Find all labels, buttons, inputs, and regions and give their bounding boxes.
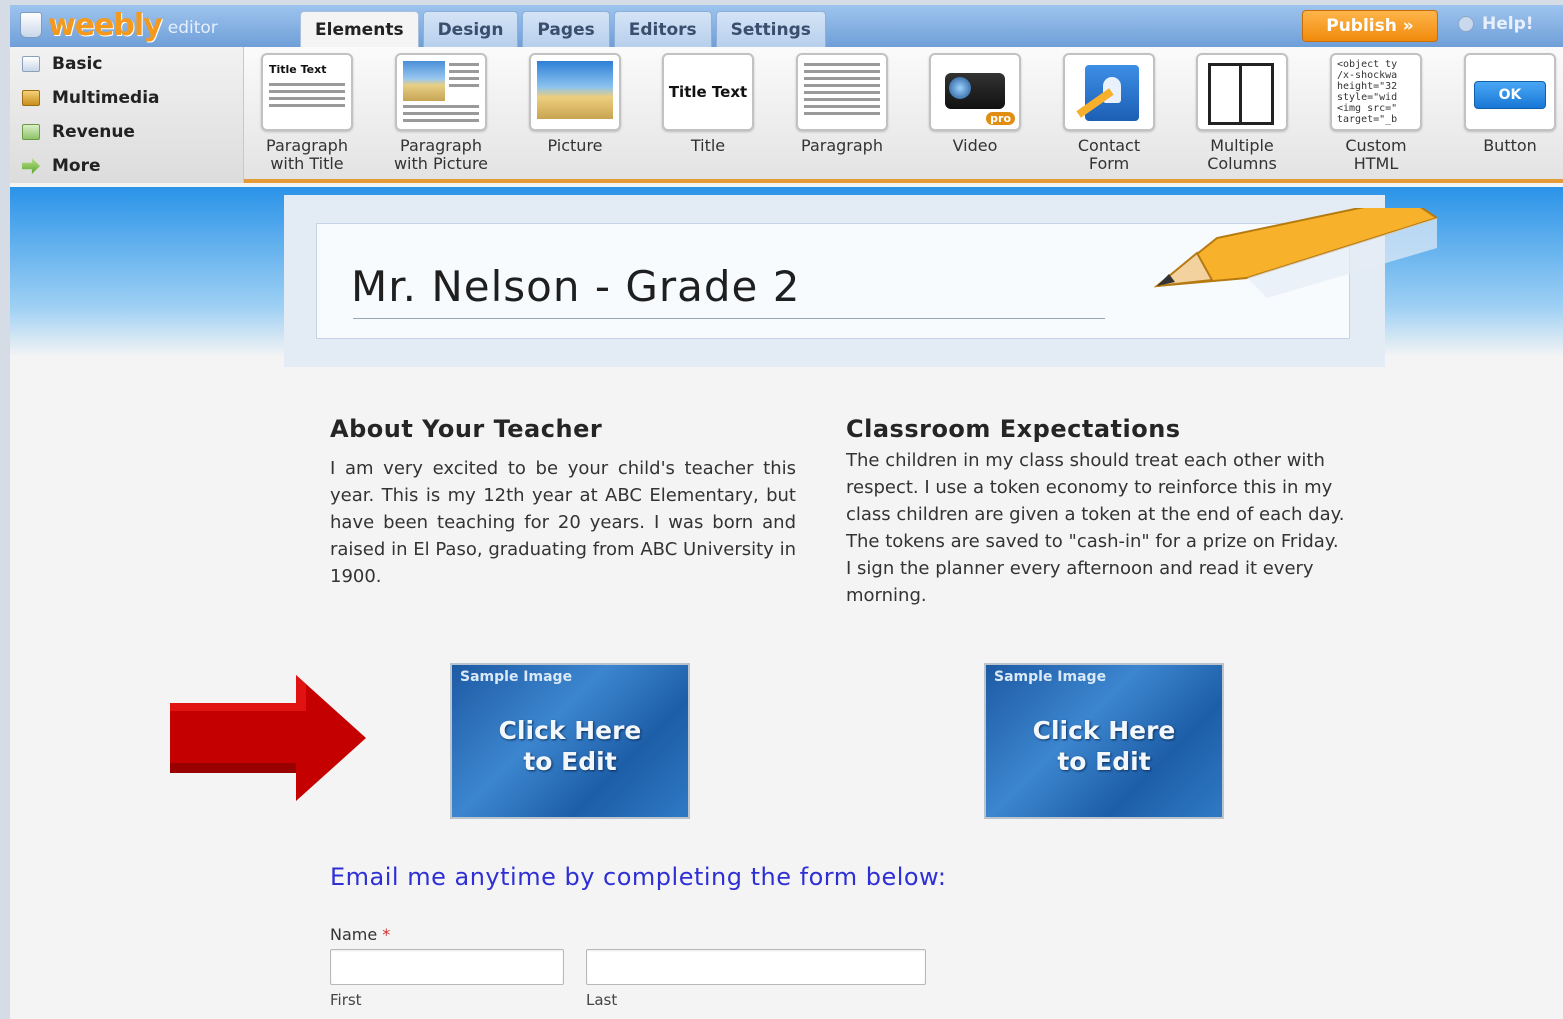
- category-label: Revenue: [52, 122, 135, 142]
- sample-image-tag: Sample Image: [994, 669, 1107, 685]
- text-lines-icon: [804, 63, 880, 119]
- paragraph-with-title-thumbnail: Title Text: [261, 53, 353, 131]
- required-marker: *: [382, 925, 391, 944]
- category-label: Basic: [52, 54, 103, 74]
- publish-button[interactable]: Publish »: [1302, 10, 1438, 42]
- element-picture[interactable]: Picture: [515, 53, 635, 155]
- money-icon: [22, 124, 40, 140]
- element-paragraph-with-title[interactable]: Title Text Paragraph with Title: [247, 53, 367, 173]
- element-label: Contact Form: [1077, 136, 1141, 173]
- element-label: Video: [952, 136, 998, 155]
- document-icon: [22, 56, 40, 72]
- element-video[interactable]: pro Video: [915, 53, 1035, 155]
- tab-editors[interactable]: Editors: [613, 11, 712, 47]
- element-contact-form[interactable]: Contact Form: [1049, 53, 1169, 173]
- code-snippet: <object ty /x-shockwa height="32 style="…: [1337, 59, 1398, 125]
- multiple-columns-thumbnail: [1196, 53, 1288, 131]
- element-label: Button: [1483, 136, 1537, 155]
- paragraph-thumbnail: [796, 53, 888, 131]
- main-tabs: Elements Design Pages Editors Settings: [300, 11, 830, 48]
- cup-icon: [20, 12, 42, 38]
- expectations-text[interactable]: The children in my class should treat ea…: [846, 447, 1346, 609]
- last-label: Last: [586, 991, 618, 1009]
- category-label: More: [52, 156, 101, 176]
- name-label: Name *: [330, 925, 391, 944]
- top-bar: weebly editor Elements Design Pages Edit…: [10, 5, 1563, 48]
- element-label: Paragraph with Picture: [393, 136, 489, 173]
- help-link[interactable]: Help!: [1458, 14, 1534, 34]
- pro-badge: pro: [986, 112, 1015, 125]
- category-multimedia[interactable]: Multimedia: [10, 81, 243, 115]
- category-label: Multimedia: [52, 88, 160, 108]
- thumb-title-text: Title Text: [269, 63, 327, 76]
- element-multiple-columns[interactable]: Multiple Columns: [1182, 53, 1302, 173]
- weebly-editor-window: weebly editor Elements Design Pages Edit…: [10, 5, 1563, 1019]
- weebly-logo: weebly editor: [20, 7, 218, 43]
- tab-settings[interactable]: Settings: [715, 11, 826, 47]
- element-label: Paragraph with Title: [266, 136, 348, 173]
- last-name-input[interactable]: [586, 949, 926, 985]
- element-paragraph[interactable]: Paragraph: [782, 53, 902, 155]
- about-text[interactable]: I am very excited to be your child's tea…: [330, 455, 796, 590]
- element-label: Custom HTML: [1345, 136, 1407, 173]
- email-form-title[interactable]: Email me anytime by completing the form …: [330, 863, 946, 891]
- title-thumbnail: Title Text: [662, 53, 754, 131]
- pencil-icon: [1153, 208, 1437, 298]
- beach-image-icon: [403, 61, 445, 101]
- element-label: Paragraph: [801, 136, 883, 155]
- button-thumbnail: OK: [1464, 53, 1556, 131]
- element-label: Title: [690, 136, 726, 155]
- site-header: Mr. Nelson - Grade 2: [284, 195, 1437, 367]
- beach-image-icon: [537, 61, 613, 119]
- paragraph-with-picture-thumbnail: [395, 53, 487, 131]
- category-basic[interactable]: Basic: [10, 47, 243, 81]
- first-label: First: [330, 991, 362, 1009]
- custom-html-thumbnail: <object ty /x-shockwa height="32 style="…: [1330, 53, 1422, 131]
- logo-sub: editor: [167, 18, 218, 38]
- text-lines-icon: [403, 105, 479, 126]
- sample-image-left[interactable]: Sample Image Click Here to Edit: [450, 663, 690, 819]
- camera-lens-icon: [949, 77, 971, 99]
- element-label: Picture: [547, 136, 603, 155]
- tab-pages[interactable]: Pages: [522, 11, 610, 47]
- thumb-title-text: Title Text: [668, 83, 748, 101]
- title-underline: [353, 318, 1105, 319]
- text-lines-icon: [449, 63, 479, 91]
- text-lines-icon: [269, 83, 345, 111]
- video-thumbnail: pro: [929, 53, 1021, 131]
- first-name-input[interactable]: [330, 949, 564, 985]
- elements-toolbar: Basic Multimedia Revenue More Title Text…: [10, 47, 1563, 183]
- sample-image-right[interactable]: Sample Image Click Here to Edit: [984, 663, 1224, 819]
- element-paragraph-with-picture[interactable]: Paragraph with Picture: [381, 53, 501, 173]
- expectations-title[interactable]: Classroom Expectations: [846, 415, 1181, 443]
- element-button[interactable]: OK Button: [1450, 53, 1563, 155]
- red-arrow-icon: [170, 675, 366, 801]
- tab-design[interactable]: Design: [422, 11, 519, 47]
- category-revenue[interactable]: Revenue: [10, 115, 243, 149]
- page-canvas: Mr. Nelson - Grade 2 About Your Teacher …: [10, 187, 1563, 1019]
- logo-word: weebly: [48, 7, 163, 43]
- about-title[interactable]: About Your Teacher: [330, 415, 602, 443]
- site-title[interactable]: Mr. Nelson - Grade 2: [351, 262, 800, 311]
- contact-form-thumbnail: [1063, 53, 1155, 131]
- site-title-box[interactable]: Mr. Nelson - Grade 2: [316, 208, 1437, 339]
- help-icon: [1458, 16, 1474, 32]
- ok-button-preview: OK: [1474, 81, 1546, 109]
- columns-icon: [1208, 63, 1274, 125]
- element-label: Multiple Columns: [1207, 136, 1277, 173]
- arrow-right-icon: [22, 158, 40, 174]
- film-icon: [22, 90, 40, 106]
- click-to-edit-text: Click Here to Edit: [498, 716, 642, 776]
- tab-elements[interactable]: Elements: [300, 11, 419, 48]
- help-label: Help!: [1482, 14, 1534, 34]
- click-to-edit-text: Click Here to Edit: [1032, 716, 1176, 776]
- picture-thumbnail: [529, 53, 621, 131]
- element-categories: Basic Multimedia Revenue More: [10, 47, 244, 183]
- element-title[interactable]: Title Text Title: [648, 53, 768, 155]
- category-more[interactable]: More: [10, 149, 243, 183]
- sample-image-tag: Sample Image: [460, 669, 573, 685]
- element-custom-html[interactable]: <object ty /x-shockwa height="32 style="…: [1316, 53, 1436, 173]
